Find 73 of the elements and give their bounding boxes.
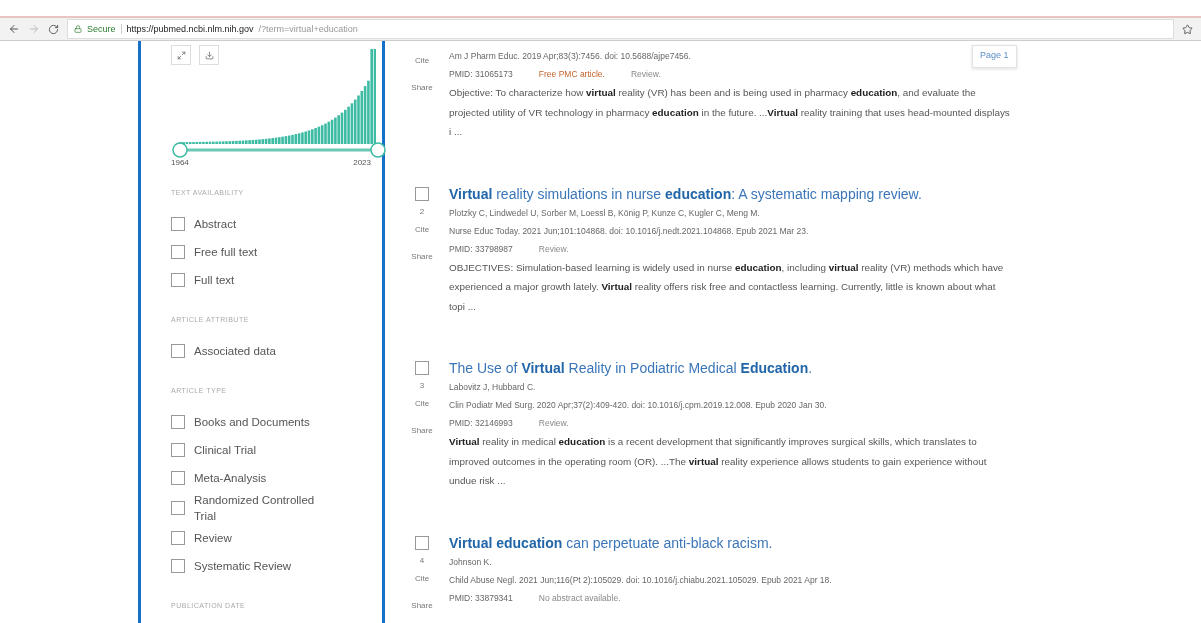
result-snippet: OBJECTIVES: Simulation-based learning is widely used in nurse education, including virtual reality (VR) methods which have experienced a major growth lately. Virtual reality offers risk free and contactless learning. Currently, little is known about what topi ... [449,260,1005,314]
year-end-label: 2023 [353,158,371,167]
lock-icon [74,25,82,33]
article-type-tag: Review. [538,239,569,258]
back-icon[interactable] [8,23,20,35]
download-button[interactable] [199,45,219,65]
url-host: https://pubmed.ncbi.nlm.nih.gov [126,24,254,34]
expand-icon [176,50,186,60]
result-citation: Nurse Educ Today. 2021 Jun;101:104868. doi: 10.1016/j.nedt.2021.104868. Epub 2021 Mar 23. [449,224,809,238]
result-checkbox[interactable] [415,535,429,550]
filter-label[interactable]: Review [194,530,232,546]
result-authors: Plotzky C, Lindwedel U, Sorber M, Loessl B, König P, Kunze C, Kugler C, Meng M. [449,206,760,220]
result-pmid: PMID: 31065173 [449,68,513,81]
slider-thumb[interactable] [370,142,386,158]
filter-label[interactable]: Full text [194,272,235,288]
result-pmid: PMID: 33879341 [449,591,513,605]
result-title[interactable]: The Use of Virtual Reality in Podiatric Medical Education. [449,358,813,378]
year-start-label: 1964 [171,158,189,167]
cite-link[interactable]: Cite [414,224,430,234]
filter-checkbox[interactable] [171,531,185,545]
share-link[interactable]: Share [411,600,433,610]
filter-checkbox[interactable] [171,415,185,429]
result-checkbox[interactable] [415,186,429,201]
secure-label: Secure [87,24,122,34]
share-link[interactable]: Share [411,83,433,92]
cite-link[interactable]: Cite [414,573,430,583]
result-authors: Labovitz J, Hubbard C. [449,381,536,394]
result-number: 2 [419,206,425,216]
result-note: No abstract available. [538,591,621,605]
result-authors: Johnson K. [449,555,492,569]
filter-checkbox[interactable] [171,501,185,515]
filter-checkbox[interactable] [171,471,185,485]
filter-label[interactable]: Books and Documents [194,414,310,430]
star-icon[interactable] [1182,23,1193,35]
result-checkbox[interactable] [415,361,429,375]
filter-checkbox[interactable] [171,245,185,259]
filter-checkbox[interactable] [171,217,185,231]
filter-label[interactable]: Systematic Review [194,558,292,574]
filter-label[interactable]: Clinical Trial [194,442,256,458]
free-article-tag[interactable]: Free PMC article. [538,65,605,83]
result-title[interactable]: Virtual education can perpetuate anti-black racism. [449,532,773,553]
url-path: /?term=virtual+education [258,24,358,34]
slider-thumb[interactable] [172,142,188,158]
filter-checkbox[interactable] [171,344,185,358]
share-link[interactable]: Share [411,426,433,435]
article-type-tag: Review. [538,414,569,432]
filter-label[interactable]: Free full text [194,244,258,260]
download-icon [204,50,214,60]
page-badge: Page 1 [972,45,1017,68]
share-link[interactable]: Share [411,251,433,261]
result-citation: Child Abuse Negl. 2021 Jun;116(Pt 2):105029. doi: 10.1016/j.chiabu.2021.105029. Epub 2021 Apr 18. [449,573,832,587]
reload-icon[interactable] [48,23,59,35]
filter-checkbox[interactable] [171,559,185,573]
filter-label[interactable]: Abstract [194,216,237,232]
result-pmid: PMID: 33798987 [449,242,513,256]
cite-link[interactable]: Cite [414,56,430,65]
cite-link[interactable]: Cite [414,399,430,408]
result-title[interactable]: Virtual reality simulations in nurse education: A systematic mapping review. [449,183,922,204]
filter-checkbox[interactable] [171,443,185,457]
result-citation: Am J Pharm Educ. 2019 Apr;83(3):7456. doi: 10.5688/ajpe7456. [449,50,691,63]
result-snippet: Virtual reality in medical education is a recent development that significantly improves surgical skills, which translates to improved outcomes in the operating room (OR). ...The virtual reality experience allows students to gain experience without undue risk ... [449,435,988,488]
result-citation: Clin Podiatr Med Surg. 2020 Apr;37(2):409-420. doi: 10.1016/j.cpm.2019.12.008. Epub 2020 Jan 30. [449,399,827,412]
result-number: 3 [419,381,425,390]
result-pmid: PMID: 32146993 [449,417,513,430]
result-snippet: Objective: To characterize how virtual reality (VR) has been and is being used in pharmacy education, and evaluate the projected utility of VR technology in pharmacy education in the future. ...Virtual reality training that uses head-mounted displays i ... [449,86,1011,139]
filter-checkbox[interactable] [171,273,185,287]
address-bar[interactable]: Secure https://pubmed.ncbi.nlm.nih.gov /?term=virtual+education [67,19,1174,39]
filter-label[interactable]: Meta-Analysis [194,470,267,486]
result-number: 4 [419,555,425,565]
article-type-tag: Review. [630,65,661,83]
filter-label[interactable]: Associated data [194,343,276,359]
expand-button[interactable] [171,45,191,65]
filter-label[interactable]: Randomized Controlled Trial [194,492,329,524]
